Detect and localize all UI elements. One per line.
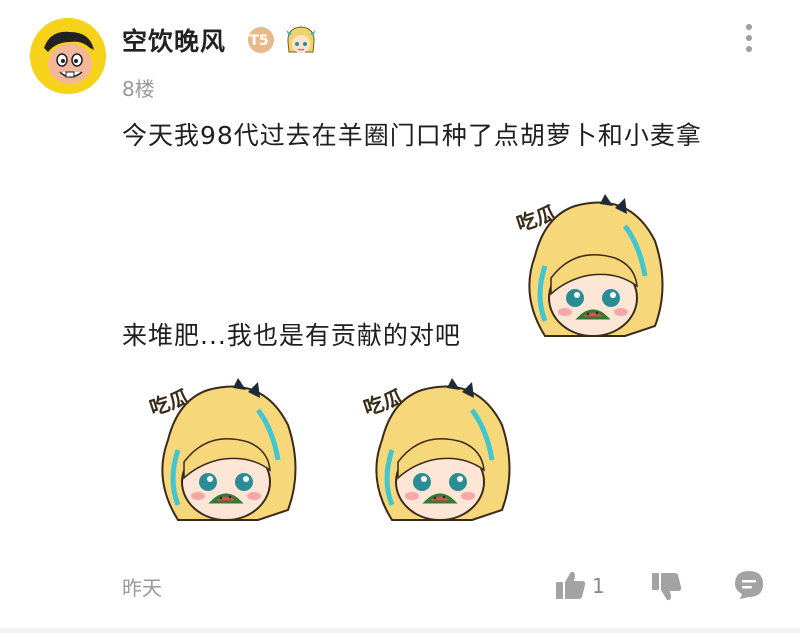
user-medal-icon [283,22,319,58]
watermelon-girl-sticker[interactable]: 吃瓜… [505,186,675,356]
post-text-line-2: 来堆肥...我也是有贡献的对吧 [122,321,461,350]
watermelon-girl-sticker-icon: 吃瓜… [147,378,297,521]
watermelon-girl-sticker[interactable]: 吃瓜… [138,370,308,540]
username[interactable]: 空饮晚风 [122,22,226,58]
avatar-cartoon-face-icon [30,18,106,94]
post-timestamp: 昨天 [122,576,162,600]
watermelon-girl-sticker-icon: 吃瓜… [361,378,511,521]
avatar[interactable] [30,18,106,94]
more-options-icon[interactable] [738,22,760,58]
watermelon-girl-sticker[interactable]: 吃瓜… [352,370,522,540]
thumbs-down-icon[interactable] [650,570,684,604]
level-badge-text: T5 [249,33,268,49]
divider [0,628,800,633]
watermelon-girl-sticker-icon: 吃瓜… [514,194,664,337]
post-text-line-1: 今天我98代过去在羊圈门口种了点胡萝卜和小麦拿 [122,121,702,150]
thumbs-up-icon[interactable] [554,568,588,602]
comment-icon[interactable] [732,568,766,602]
level-badge: T5 [247,26,275,54]
floor-number: 8楼 [122,77,155,101]
like-count: 1 [592,574,605,598]
